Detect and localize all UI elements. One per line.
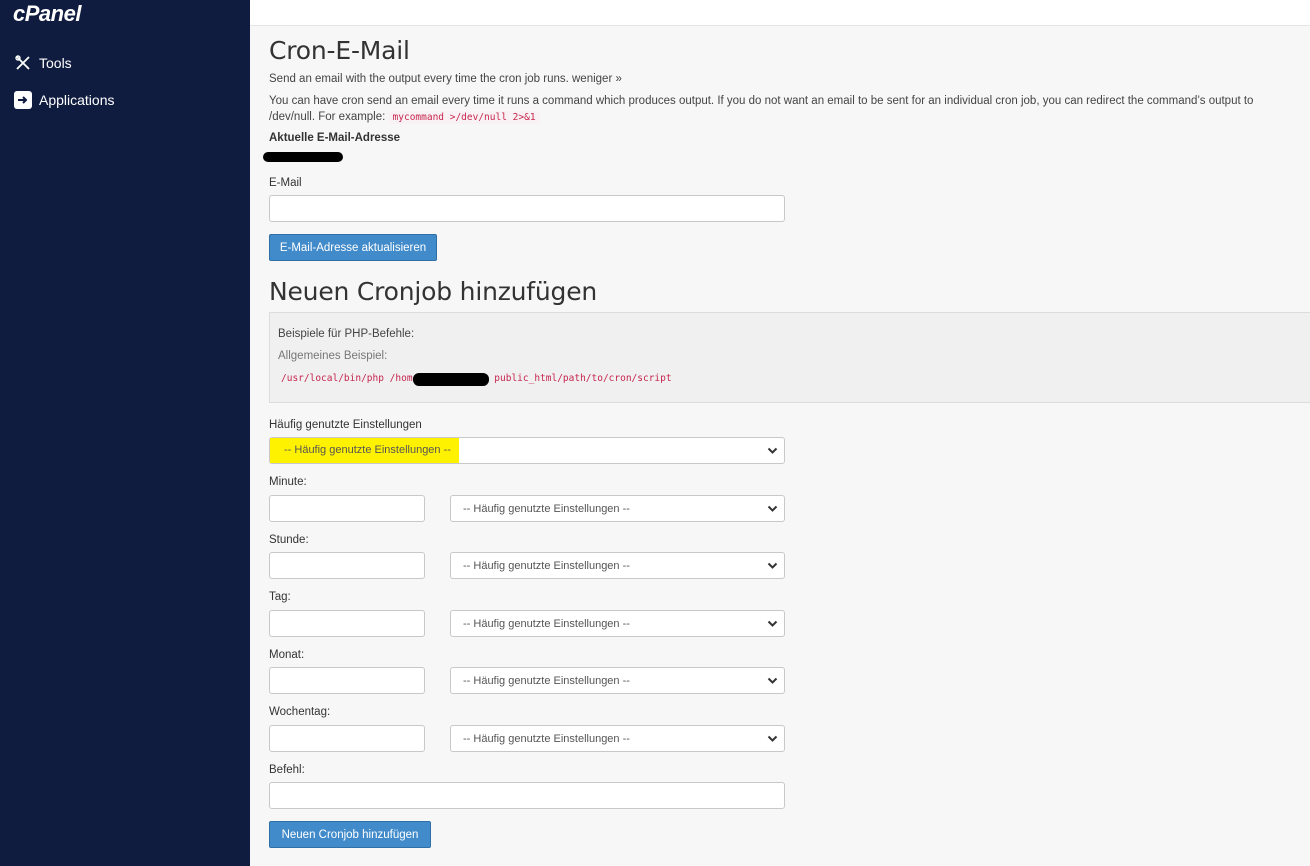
month-select[interactable]: -- Häufig genutzte Einstellungen -- — [450, 667, 785, 694]
command-input[interactable] — [269, 782, 785, 809]
day-select-value: -- Häufig genutzte Einstellungen -- — [463, 617, 630, 630]
example-code: mycommand >/dev/null 2>&1 — [388, 111, 540, 124]
minute-select-value: -- Häufig genutzte Einstellungen -- — [463, 502, 630, 515]
general-example-label: Allgemeines Beispiel: — [278, 350, 388, 362]
cron-email-intro: Send an email with the output every time… — [269, 71, 622, 87]
cron-email-description: You can have cron send an email every ti… — [269, 93, 1299, 126]
chevron-down-icon — [767, 620, 778, 627]
redacted-username — [413, 373, 489, 386]
chevron-down-icon — [767, 505, 778, 512]
update-email-button[interactable]: E-Mail-Adresse aktualisieren — [269, 234, 437, 261]
day-input[interactable] — [269, 610, 425, 637]
minute-input[interactable] — [269, 495, 425, 522]
minute-label: Minute: — [269, 476, 307, 488]
cron-email-title: Cron-E-Mail — [269, 36, 410, 65]
chevron-down-icon — [767, 447, 778, 454]
example-path-prefix: /usr/local/bin/php /home — [281, 373, 419, 384]
hour-select-value: -- Häufig genutzte Einstellungen -- — [463, 559, 630, 572]
sidebar-item-applications[interactable]: Applications — [13, 89, 115, 111]
cron-email-desc-line1: You can have cron send an email every ti… — [269, 95, 1254, 107]
command-label: Befehl: — [269, 764, 305, 776]
add-cronjob-button[interactable]: Neuen Cronjob hinzufügen — [269, 821, 431, 848]
redacted-email — [263, 152, 343, 162]
day-label: Tag: — [269, 591, 291, 603]
cron-email-intro-text: Send an email with the output every time… — [269, 73, 622, 85]
sidebar-item-label: Tools — [39, 55, 72, 71]
weekday-input[interactable] — [269, 725, 425, 752]
common-settings-value: -- Häufig genutzte Einstellungen -- — [270, 438, 459, 463]
minute-select[interactable]: -- Häufig genutzte Einstellungen -- — [450, 495, 785, 522]
sidebar: cPanel Tools Applications — [0, 0, 250, 866]
month-label: Monat: — [269, 649, 305, 661]
hour-input[interactable] — [269, 552, 425, 579]
example-path-suffix: public_html/path/to/cron/script — [494, 373, 672, 384]
top-bar — [250, 0, 1310, 26]
tools-icon — [13, 53, 33, 73]
day-select[interactable]: -- Häufig genutzte Einstellungen -- — [450, 610, 785, 637]
weekday-label: Wochentag: — [269, 706, 331, 718]
sidebar-item-tools[interactable]: Tools — [13, 52, 72, 74]
common-settings-label: Häufig genutzte Einstellungen — [269, 419, 422, 431]
sidebar-item-label: Applications — [39, 92, 115, 108]
cron-email-desc-line2: /dev/null. For example: — [269, 111, 386, 123]
month-select-value: -- Häufig genutzte Einstellungen -- — [463, 674, 630, 687]
hour-label: Stunde: — [269, 534, 309, 546]
email-label: E-Mail — [269, 177, 302, 189]
email-field[interactable] — [269, 195, 785, 222]
chevron-down-icon — [767, 677, 778, 684]
month-input[interactable] — [269, 667, 425, 694]
chevron-down-icon — [767, 735, 778, 742]
hour-select[interactable]: -- Häufig genutzte Einstellungen -- — [450, 552, 785, 579]
chevron-down-icon — [767, 562, 778, 569]
cpanel-logo[interactable]: cPanel — [13, 1, 81, 27]
current-email-label: Aktuelle E-Mail-Adresse — [269, 132, 401, 144]
examples-title: Beispiele für PHP-Befehle: — [278, 328, 415, 340]
weekday-select-value: -- Häufig genutzte Einstellungen -- — [463, 732, 630, 745]
common-settings-select[interactable]: -- Häufig genutzte Einstellungen -- — [269, 437, 785, 464]
applications-icon — [13, 90, 33, 110]
php-examples-box: Beispiele für PHP-Befehle: Allgemeines B… — [269, 312, 1310, 403]
add-cronjob-title: Neuen Cronjob hinzufügen — [269, 277, 598, 306]
weekday-select[interactable]: -- Häufig genutzte Einstellungen -- — [450, 725, 785, 752]
